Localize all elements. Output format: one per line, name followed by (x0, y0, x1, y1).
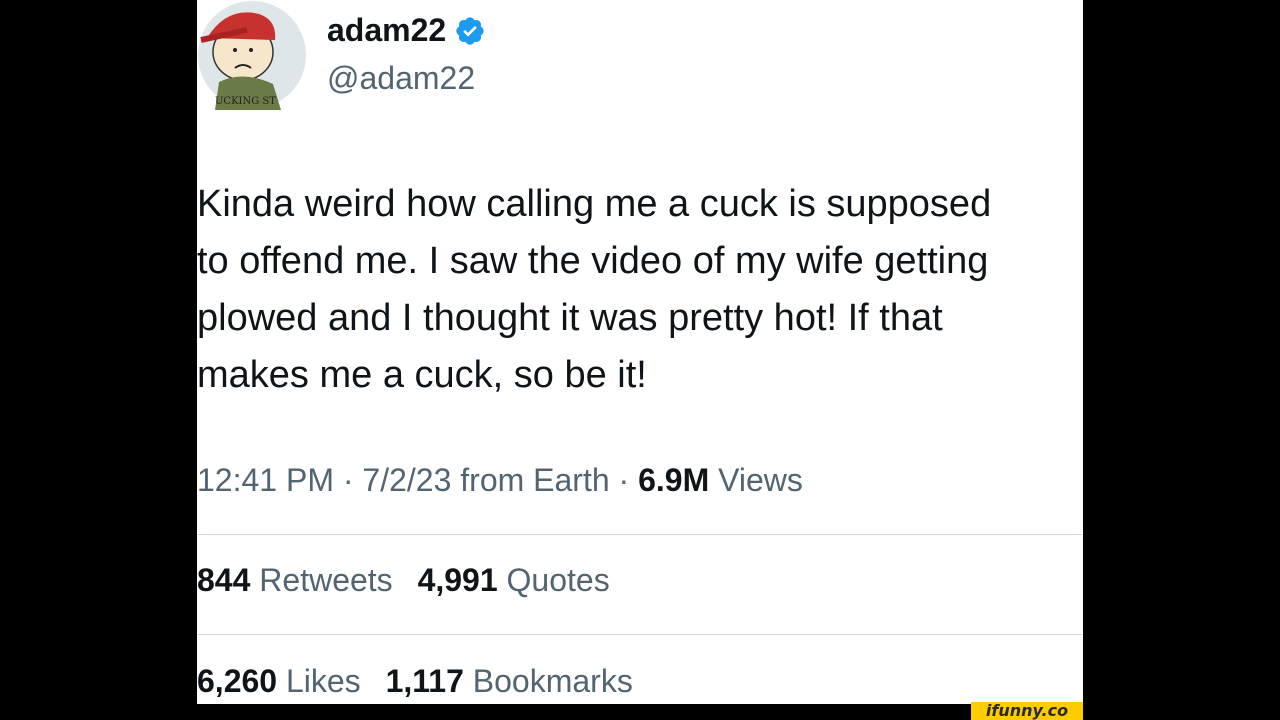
quotes-label: Quotes (506, 562, 610, 598)
divider (197, 534, 1083, 535)
stats-row-2: 6,260 Likes 1,117 Bookmarks (197, 663, 649, 700)
tweet-time[interactable]: 12:41 PM (197, 462, 334, 498)
bookmarks-count: 1,117 (385, 663, 464, 699)
meta-separator: · (618, 462, 630, 498)
divider (197, 634, 1083, 635)
tweet-date[interactable]: 7/2/23 (362, 462, 451, 498)
tweet-text: Kinda weird how calling me a cuck is sup… (197, 183, 992, 396)
retweets-stat[interactable]: 844 Retweets (197, 562, 402, 598)
display-name[interactable]: adam22 (327, 12, 486, 49)
views-label: Views (718, 462, 803, 498)
bookmarks-stat[interactable]: 1,117 Bookmarks (386, 663, 633, 699)
display-name-text[interactable]: adam22 (327, 12, 446, 49)
views-count: 6.9M (638, 462, 710, 498)
bookmarks-label: Bookmarks (472, 663, 633, 699)
avatar-caption: UCKING ST (215, 96, 276, 107)
meta-separator: · (342, 462, 354, 498)
likes-count: 6,260 (197, 663, 278, 699)
quotes-stat[interactable]: 4,991 Quotes (418, 562, 610, 598)
tweet-card: UCKING ST adam22 @adam22 Kinda weird how… (197, 0, 1083, 704)
quotes-count: 4,991 (417, 562, 498, 598)
retweets-label: Retweets (259, 562, 393, 598)
tweet-metadata: 12:41 PM · 7/2/23 from Earth · 6.9M View… (197, 462, 803, 499)
avatar[interactable]: UCKING ST (197, 0, 307, 110)
retweets-count: 844 (197, 562, 251, 598)
tweet-source: from Earth (460, 462, 610, 498)
likes-label: Likes (285, 663, 361, 699)
stats-row-1: 844 Retweets 4,991 Quotes (197, 562, 626, 599)
user-handle[interactable]: @adam22 (327, 60, 475, 97)
ifunny-watermark: ifunny.co (971, 702, 1083, 720)
verified-badge-icon (456, 16, 484, 45)
likes-stat[interactable]: 6,260 Likes (197, 663, 370, 699)
